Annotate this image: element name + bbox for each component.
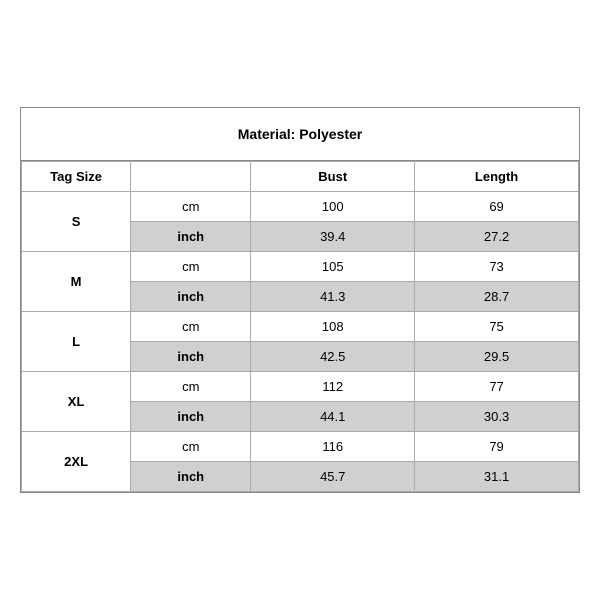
bust-cm: 112	[251, 372, 415, 402]
length-cm: 69	[415, 192, 579, 222]
bust-inch: 41.3	[251, 282, 415, 312]
header-tag-size: Tag Size	[22, 162, 131, 192]
unit-inch: inch	[131, 222, 251, 252]
size-chart-container: Material: Polyester Tag Size Bust Length…	[20, 107, 580, 493]
unit-inch: inch	[131, 282, 251, 312]
size-table: Tag Size Bust Length Scm10069inch39.427.…	[21, 161, 579, 492]
length-cm: 77	[415, 372, 579, 402]
length-inch: 28.7	[415, 282, 579, 312]
size-label: S	[22, 192, 131, 252]
bust-inch: 44.1	[251, 402, 415, 432]
unit-cm: cm	[131, 372, 251, 402]
unit-inch: inch	[131, 462, 251, 492]
size-label: XL	[22, 372, 131, 432]
unit-cm: cm	[131, 252, 251, 282]
unit-cm: cm	[131, 192, 251, 222]
bust-cm: 100	[251, 192, 415, 222]
length-inch: 27.2	[415, 222, 579, 252]
bust-inch: 42.5	[251, 342, 415, 372]
length-inch: 29.5	[415, 342, 579, 372]
unit-cm: cm	[131, 432, 251, 462]
header-length: Length	[415, 162, 579, 192]
size-label: L	[22, 312, 131, 372]
bust-inch: 39.4	[251, 222, 415, 252]
length-cm: 79	[415, 432, 579, 462]
unit-cm: cm	[131, 312, 251, 342]
length-inch: 30.3	[415, 402, 579, 432]
table-row: XLcm11277	[22, 372, 579, 402]
chart-title: Material: Polyester	[21, 108, 579, 161]
header-unit-col	[131, 162, 251, 192]
table-row: Mcm10573	[22, 252, 579, 282]
unit-inch: inch	[131, 402, 251, 432]
bust-cm: 105	[251, 252, 415, 282]
unit-inch: inch	[131, 342, 251, 372]
header-bust: Bust	[251, 162, 415, 192]
table-row: Scm10069	[22, 192, 579, 222]
length-cm: 75	[415, 312, 579, 342]
table-row: 2XLcm11679	[22, 432, 579, 462]
bust-inch: 45.7	[251, 462, 415, 492]
length-inch: 31.1	[415, 462, 579, 492]
bust-cm: 116	[251, 432, 415, 462]
bust-cm: 108	[251, 312, 415, 342]
length-cm: 73	[415, 252, 579, 282]
size-label: M	[22, 252, 131, 312]
size-label: 2XL	[22, 432, 131, 492]
table-row: Lcm10875	[22, 312, 579, 342]
